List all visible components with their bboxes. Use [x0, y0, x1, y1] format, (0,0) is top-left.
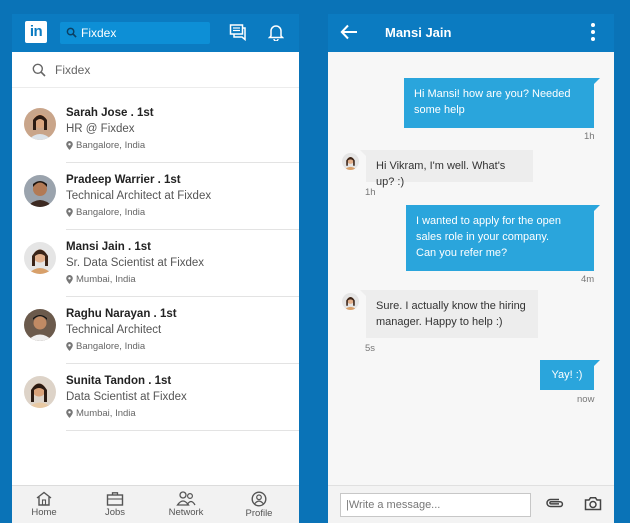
- avatar: [24, 242, 56, 274]
- contact-row[interactable]: Pradeep Warrier . 1st Technical Architec…: [12, 163, 299, 230]
- message-time: 4m: [581, 274, 595, 285]
- contact-name: Sunita Tandon . 1st: [66, 375, 172, 387]
- home-icon: [36, 491, 52, 506]
- nav-profile[interactable]: Profile: [234, 491, 284, 519]
- profile-icon: [251, 491, 267, 507]
- message-line: Sure. I actually know the hiring: [376, 300, 526, 312]
- network-icon: [176, 491, 196, 506]
- contact-location: Bangalore, India: [66, 207, 145, 218]
- message-time: 1h: [365, 187, 376, 198]
- nav-jobs-label: Jobs: [104, 507, 126, 518]
- bubble-tail: [594, 205, 600, 211]
- location-pin-icon: [66, 141, 73, 150]
- chat-screen: Mansi Jain Hi Mansi! how are you? Needed…: [328, 14, 614, 523]
- messages-icon[interactable]: [229, 23, 247, 41]
- message-line: sales role in your company.: [416, 231, 550, 243]
- contact-row[interactable]: Sunita Tandon . 1st Data Scientist at Fi…: [12, 364, 299, 431]
- divider: [66, 430, 299, 431]
- contact-row[interactable]: Raghu Narayan . 1st Technical Architect …: [12, 297, 299, 364]
- message-line: Yay! :): [551, 369, 583, 381]
- location-pin-icon: [66, 275, 73, 284]
- message-line: Hi Vikram, I'm well. What's up? :): [376, 160, 506, 188]
- avatar: [342, 153, 359, 170]
- contact-location: Mumbai, India: [66, 408, 136, 419]
- message-line: Hi Mansi! how are you? Needed: [414, 88, 571, 100]
- location-pin-icon: [66, 208, 73, 217]
- contact-name: Mansi Jain . 1st: [66, 241, 152, 253]
- message-line: I wanted to apply for the open: [416, 215, 561, 227]
- received-message: Hi Vikram, I'm well. What's up? :): [360, 150, 533, 188]
- contact-name: Raghu Narayan . 1st: [66, 308, 177, 320]
- contact-name: Pradeep Warrier . 1st: [66, 174, 181, 186]
- avatar: [342, 293, 359, 310]
- message-line: Can you refer me?: [416, 247, 508, 259]
- location-pin-icon: [66, 409, 73, 418]
- nav-profile-label: Profile: [245, 508, 273, 519]
- nav-home-label: Home: [31, 507, 57, 518]
- contact-row[interactable]: Mansi Jain . 1st Sr. Data Scientist at F…: [12, 230, 299, 297]
- message-time: now: [577, 394, 595, 405]
- search-icon: [66, 27, 77, 38]
- contact-location: Bangalore, India: [66, 140, 145, 151]
- received-message: Sure. I actually know the hiring manager…: [360, 290, 538, 338]
- avatar: [24, 376, 56, 408]
- avatar: [24, 309, 56, 341]
- nav-network-label: Network: [168, 507, 204, 518]
- top-search-text: Fixdex: [81, 26, 117, 40]
- left-top-bar: in Fixdex: [12, 14, 299, 52]
- attachment-icon[interactable]: [545, 496, 565, 510]
- message-thread[interactable]: Hi Mansi! how are you? Needed some help …: [328, 52, 614, 485]
- chat-top-bar: Mansi Jain: [328, 14, 614, 52]
- contact-title: HR @ Fixdex: [66, 123, 135, 135]
- message-time: 5s: [365, 343, 376, 354]
- back-arrow-icon[interactable]: [340, 24, 358, 40]
- contact-title: Technical Architect at Fixdex: [66, 190, 212, 202]
- sent-message: Hi Mansi! how are you? Needed some help: [404, 78, 600, 128]
- contact-name: Sarah Jose . 1st: [66, 107, 154, 119]
- location-pin-icon: [66, 342, 73, 351]
- contact-row[interactable]: Sarah Jose . 1st HR @ Fixdex Bangalore, …: [12, 96, 299, 163]
- contact-title: Sr. Data Scientist at Fixdex: [66, 257, 205, 269]
- contact-location-text: Bangalore, India: [76, 140, 146, 151]
- message-line: some help: [414, 104, 465, 116]
- sent-message: Yay! :): [540, 360, 600, 390]
- message-time: 1h: [584, 131, 595, 142]
- message-line: manager. Happy to help :): [376, 316, 503, 328]
- nav-home[interactable]: Home: [19, 491, 69, 518]
- message-composer: [328, 485, 614, 523]
- notifications-bell-icon[interactable]: [268, 23, 284, 41]
- sent-message: I wanted to apply for the open sales rol…: [406, 205, 600, 271]
- contact-location: Mumbai, India: [66, 274, 136, 285]
- contact-title: Data Scientist at Fixdex: [66, 391, 187, 403]
- contact-title: Technical Architect: [66, 324, 162, 336]
- conversation-search-text: Fixdex: [55, 63, 91, 77]
- search-icon: [32, 63, 46, 77]
- conversations-screen: in Fixdex Fixdex Sarah Jose . 1st HR @ F…: [12, 14, 299, 523]
- contact-location-text: Bangalore, India: [76, 207, 146, 218]
- bubble-tail: [594, 78, 600, 84]
- avatar: [24, 175, 56, 207]
- chat-contact-name: Mansi Jain: [385, 25, 452, 40]
- conversation-search[interactable]: Fixdex: [12, 52, 299, 88]
- contact-location-text: Mumbai, India: [76, 408, 136, 419]
- contact-location-text: Bangalore, India: [76, 341, 146, 352]
- nav-jobs[interactable]: Jobs: [90, 491, 140, 518]
- camera-icon[interactable]: [584, 496, 602, 511]
- bottom-nav: Home Jobs Network Profile: [12, 485, 299, 523]
- more-options-icon[interactable]: [590, 22, 596, 42]
- bubble-tail: [360, 150, 366, 156]
- contact-location-text: Mumbai, India: [76, 274, 136, 285]
- top-search-field[interactable]: Fixdex: [60, 22, 210, 44]
- nav-network[interactable]: Network: [161, 491, 211, 518]
- briefcase-icon: [106, 492, 124, 506]
- contact-location: Bangalore, India: [66, 341, 145, 352]
- message-input[interactable]: [340, 493, 531, 517]
- avatar: [24, 108, 56, 140]
- bubble-tail: [594, 360, 600, 366]
- linkedin-logo[interactable]: in: [25, 21, 47, 43]
- bubble-tail: [360, 290, 366, 296]
